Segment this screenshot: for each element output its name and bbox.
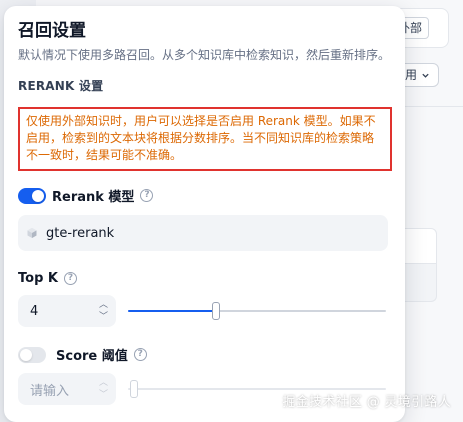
slider-fill — [128, 310, 216, 312]
toggle-knob — [32, 189, 44, 202]
rerank-model-select[interactable]: gte-rerank — [18, 215, 388, 251]
stepper-arrows: ︿ ﹀ — [99, 300, 108, 322]
toggle-knob — [20, 348, 32, 361]
top-k-controls: 4 ︿ ﹀ — [18, 295, 391, 327]
rerank-model-name: gte-rerank — [46, 225, 115, 241]
retrieval-settings-popover: 召回设置 默认情况下使用多路召回。从多个知识库中检索知识，然后重新排序。 RER… — [4, 6, 405, 422]
chevron-up-icon: ︿ — [98, 378, 108, 388]
slider-track — [128, 388, 386, 390]
background-select-label: 用 — [404, 68, 417, 82]
cube-icon — [27, 228, 37, 238]
top-k-value: 4 — [30, 303, 39, 319]
score-threshold-label: Score 阈值 — [56, 349, 128, 364]
rerank-section-label: RERANK 设置 — [18, 79, 104, 93]
rerank-toggle[interactable] — [18, 187, 46, 204]
score-threshold-row: Score 阈值 ? — [18, 345, 391, 364]
top-k-label-row: Top K ? — [18, 271, 391, 286]
chevron-up-icon[interactable]: ︿ — [99, 300, 108, 310]
popover-title: 召回设置 — [18, 21, 86, 41]
top-k-label: Top K — [18, 271, 58, 286]
stepper-arrows: ︿ ﹀ — [99, 378, 108, 400]
top-k-stepper[interactable]: 4 ︿ ﹀ — [18, 295, 116, 327]
rerank-warning-text: 仅使用外部知识时，用户可以选择是否启用 Rerank 模型。如果不启用，检索到的… — [18, 107, 392, 171]
question-circle-icon[interactable]: ? — [140, 189, 154, 202]
question-circle-icon[interactable]: ? — [133, 348, 147, 361]
rerank-model-label: Rerank 模型 — [52, 190, 135, 205]
slider-thumb[interactable] — [130, 380, 138, 398]
slider-thumb[interactable] — [211, 302, 220, 320]
chevron-down-icon — [422, 73, 429, 78]
popover-description: 默认情况下使用多路召回。从多个知识库中检索知识，然后重新排序。 — [18, 48, 391, 62]
score-threshold-placeholder: 请输入 — [30, 383, 70, 399]
rerank-model-row: Rerank 模型 ? — [18, 186, 391, 205]
score-threshold-input[interactable]: 请输入 ︿ ﹀ — [18, 373, 116, 405]
question-circle-icon[interactable]: ? — [63, 272, 77, 285]
score-threshold-toggle[interactable] — [18, 346, 46, 363]
chevron-down-icon: ﹀ — [98, 390, 108, 400]
top-k-slider[interactable] — [128, 301, 386, 321]
watermark-text: 掘金技术社区 @ 灵境引路人 — [282, 395, 451, 410]
chevron-down-icon[interactable]: ﹀ — [99, 312, 108, 322]
